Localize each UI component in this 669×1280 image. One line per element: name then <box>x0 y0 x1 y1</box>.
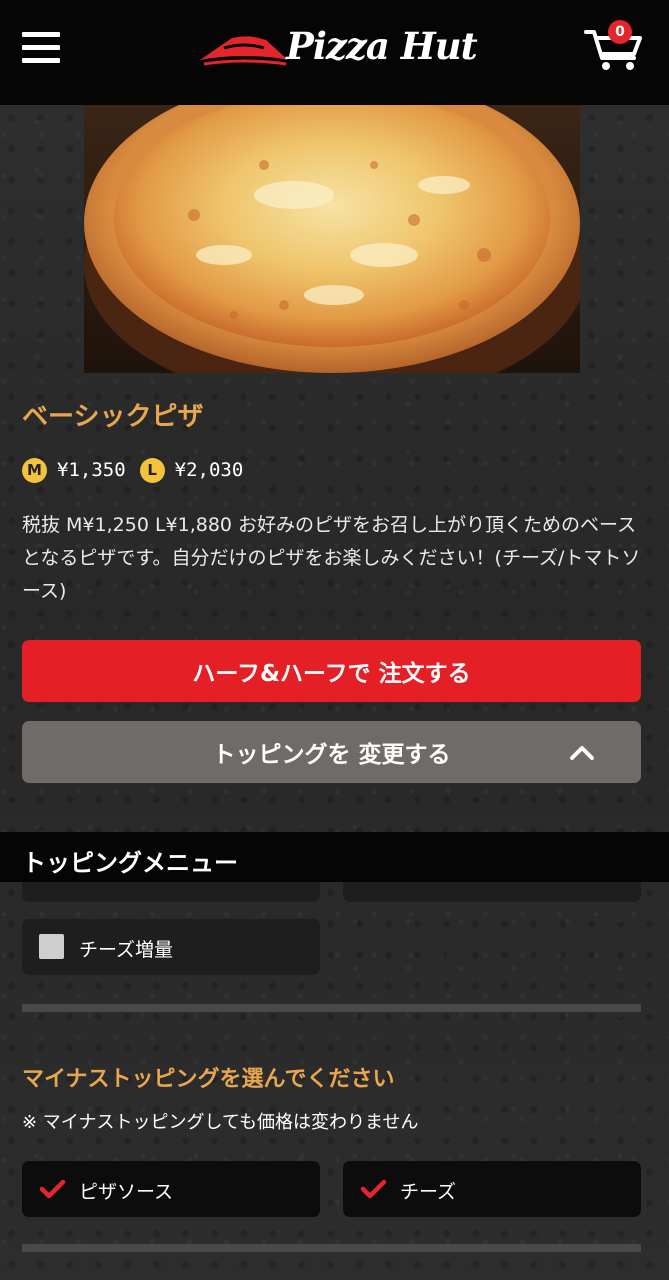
minus-option-cheese[interactable]: チーズ <box>343 1161 641 1217</box>
product-title: ベーシックピザ <box>22 402 204 432</box>
product-description: 税抜 M¥1,250 L¥1,880 お好みのピザをお召し上がり頂くためのベース… <box>22 514 641 602</box>
checkmark-icon <box>360 1179 387 1199</box>
cart-button[interactable]: 0 <box>584 20 644 72</box>
size-l-badge: L <box>139 457 165 483</box>
brand-wordmark: Pizza Hut <box>286 24 478 68</box>
change-topping-label: トッピングを 変更する <box>212 742 451 768</box>
half-and-half-label: ハーフ&ハーフで 注文する <box>192 661 471 687</box>
price-l: ¥2,030 <box>174 459 244 481</box>
size-m-badge: M <box>22 457 47 483</box>
section-divider <box>22 1244 641 1252</box>
cart-count-badge: 0 <box>608 20 632 44</box>
price-row: M ¥1,350 L ¥2,030 <box>22 455 257 485</box>
app-header: Pizza Hut 0 <box>0 0 669 105</box>
checkbox-unchecked-icon[interactable] <box>39 934 64 959</box>
menu-icon[interactable] <box>22 32 60 64</box>
half-and-half-order-button[interactable]: ハーフ&ハーフで 注文する <box>22 640 641 702</box>
price-m: ¥1,350 <box>57 459 126 481</box>
topping-menu-title: トッピングメニュー <box>22 849 238 877</box>
topping-menu-header: トッピングメニュー <box>0 832 669 882</box>
minus-topping-note: ※ マイナストッピングしても価格は変わりません <box>22 1112 419 1133</box>
checkmark-icon <box>39 1179 66 1199</box>
minus-option-pizza-sauce[interactable]: ピザソース <box>22 1161 320 1217</box>
minus-topping-title: マイナストッピングを選んでください <box>22 1067 395 1092</box>
change-topping-button[interactable]: トッピングを 変更する <box>22 721 641 783</box>
option-label: チーズ <box>400 1181 457 1203</box>
pizza-hut-logo[interactable]: Pizza Hut <box>198 22 478 76</box>
option-label: チーズ増量 <box>79 939 174 961</box>
option-label: ピザソース <box>79 1181 174 1203</box>
pizza-image <box>84 105 580 373</box>
topping-option-extra-cheese[interactable]: チーズ増量 <box>22 919 320 975</box>
chevron-up-icon <box>570 746 594 760</box>
section-divider <box>22 1004 641 1012</box>
roof-logo-icon <box>200 36 288 66</box>
